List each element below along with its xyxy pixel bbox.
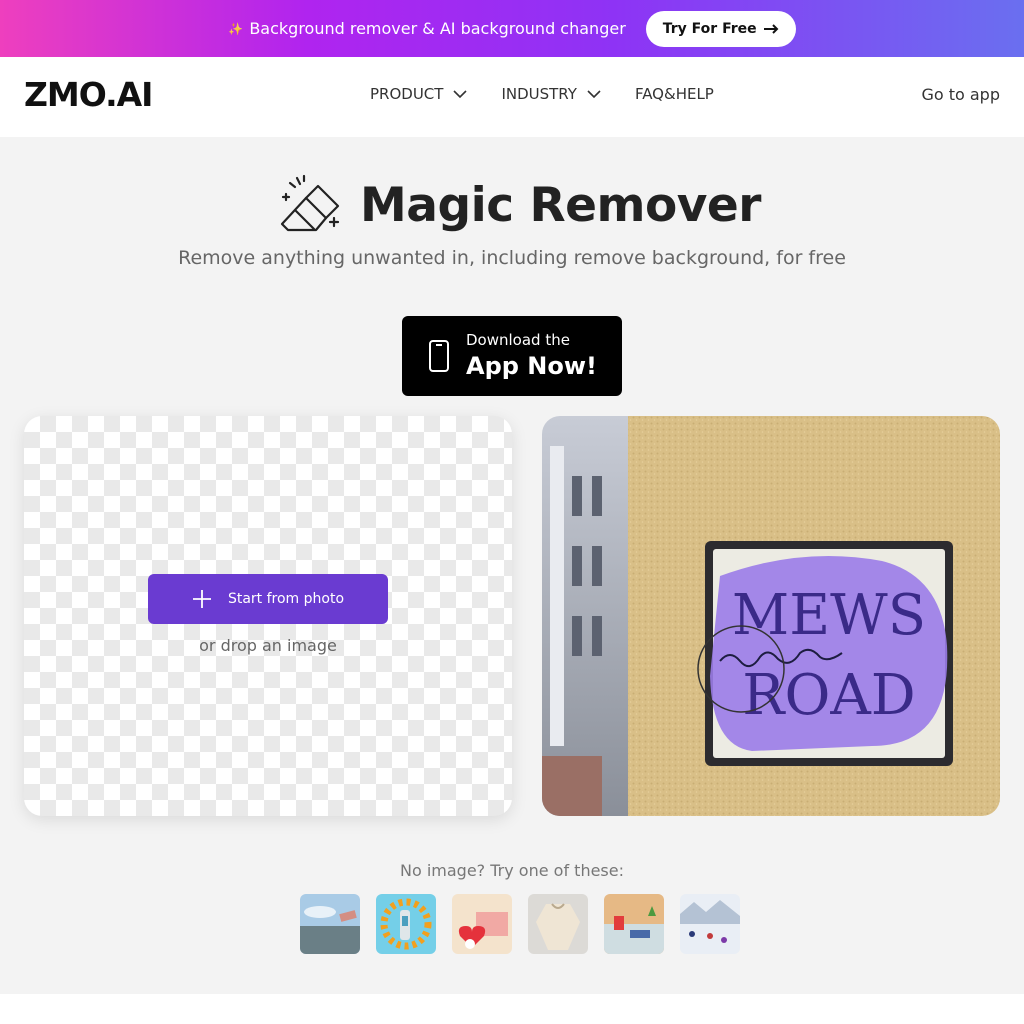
drop-image-hint: or drop an image	[199, 636, 337, 655]
arrow-right-icon	[763, 23, 779, 34]
promo-message: ✨ Background remover & AI background cha…	[228, 19, 625, 38]
sparkle-icon: ✨	[228, 21, 244, 36]
sample-thumbnail[interactable]	[604, 894, 664, 954]
samples-label: No image? Try one of these:	[399, 861, 624, 880]
chevron-down-icon	[453, 90, 468, 99]
page-title: Magic Remover	[360, 177, 762, 233]
hero-heading: Magic Remover	[278, 174, 762, 236]
example-preview-image: MEWS ROAD	[542, 416, 1000, 816]
promo-banner: ✨ Background remover & AI background cha…	[0, 0, 1024, 57]
nav-item-label: INDUSTRY	[501, 85, 577, 103]
street-sign-illustration: MEWS ROAD	[542, 416, 1000, 816]
try-for-free-label: Try For Free	[662, 20, 757, 37]
promo-text: Background remover & AI background chang…	[249, 19, 626, 38]
try-for-free-button[interactable]: Try For Free	[645, 10, 796, 47]
start-from-photo-button[interactable]: Start from photo	[148, 574, 388, 624]
nav-item-label: PRODUCT	[370, 85, 444, 103]
logo[interactable]: ZMO.AI	[24, 75, 153, 114]
upload-dropzone[interactable]: Start from photo or drop an image	[24, 416, 512, 816]
page-subtitle: Remove anything unwanted in, including r…	[178, 247, 846, 269]
sign-text-line2: ROAD	[742, 663, 915, 728]
download-app-line2: App Now!	[466, 352, 597, 380]
sample-thumbnails	[300, 894, 740, 954]
phone-icon	[429, 340, 449, 372]
chevron-down-icon	[587, 90, 601, 99]
sample-thumbnail[interactable]	[528, 894, 588, 954]
eraser-icon	[280, 174, 340, 232]
download-app-line1: Download the	[466, 331, 570, 349]
top-navigation: ZMO.AI PRODUCT INDUSTRY FAQ&HELP Go to a…	[0, 57, 1024, 137]
nav-item-product[interactable]: PRODUCT	[370, 85, 468, 103]
start-from-photo-label: Start from photo	[227, 591, 345, 607]
sample-thumbnail[interactable]	[376, 894, 436, 954]
nav-menu: PRODUCT INDUSTRY FAQ&HELP	[370, 85, 714, 103]
nav-item-industry[interactable]: INDUSTRY	[501, 85, 601, 103]
nav-item-faq-help[interactable]: FAQ&HELP	[635, 85, 714, 103]
download-app-button[interactable]: Download the App Now!	[402, 316, 622, 396]
footer-divider	[0, 994, 1024, 1024]
sample-thumbnail[interactable]	[452, 894, 512, 954]
nav-item-label: FAQ&HELP	[634, 85, 714, 103]
plus-icon	[192, 590, 211, 608]
sign-text-line1: MEWS	[732, 583, 926, 648]
sample-thumbnail[interactable]	[300, 894, 360, 954]
sample-thumbnail[interactable]	[680, 894, 740, 954]
go-to-app-link[interactable]: Go to app	[921, 85, 1000, 104]
